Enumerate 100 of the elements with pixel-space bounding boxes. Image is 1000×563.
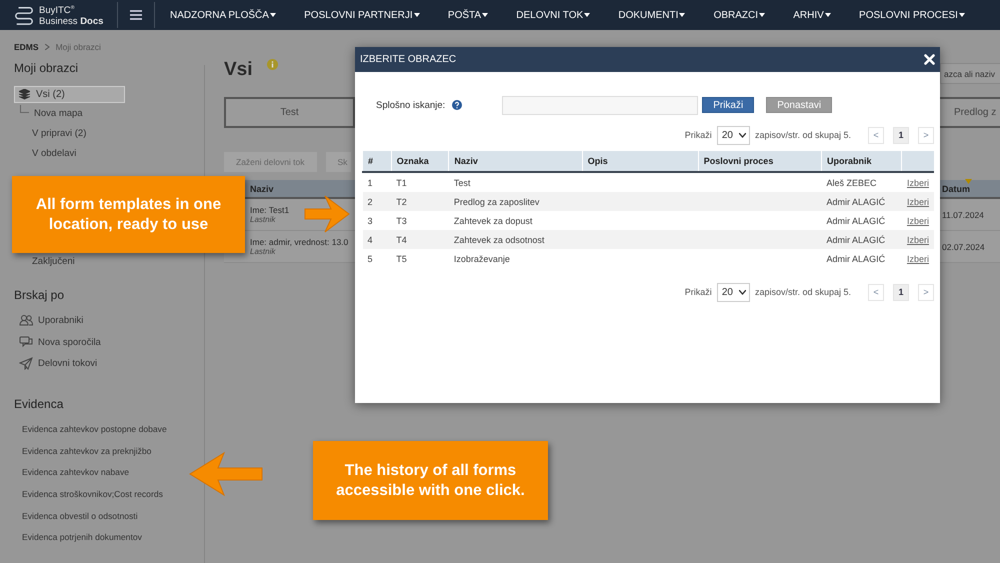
table-cell: 1	[368, 178, 373, 188]
column-header: Uporabnik	[822, 151, 902, 172]
owner-label: Lastnik	[250, 215, 276, 224]
menu-item[interactable]: ARHIV	[793, 10, 831, 20]
table-cell: T1	[396, 178, 407, 188]
page-button[interactable]: 1	[893, 284, 909, 300]
previous-page-button[interactable]: <	[868, 284, 884, 300]
sidebar-item[interactable]: Uporabniki	[14, 310, 84, 332]
show-label: Prikaži	[684, 287, 712, 297]
select-link[interactable]: Izberi	[906, 254, 929, 264]
table-cell: 11.07.2024	[942, 210, 984, 220]
menu-item[interactable]: POSLOVNI PARTNERJI	[304, 10, 420, 20]
select-link[interactable]: Izberi	[906, 178, 929, 188]
table-cell: Ime: Test1	[250, 205, 290, 215]
callout-tooltip: The history of all forms accessible with one click.	[313, 441, 548, 520]
table-cell: Admir ALAGIĆ	[826, 196, 886, 206]
tree-item[interactable]: Vsi (2)	[14, 86, 125, 103]
next-page-button[interactable]: >	[918, 126, 934, 144]
menu-item[interactable]: POSLOVNI PROCESI	[859, 10, 965, 20]
show-label: Prikaži	[684, 130, 712, 140]
menu-item[interactable]: DELOVNI TOK	[516, 10, 590, 20]
table-cell: Test	[454, 178, 470, 188]
table-cell: Izobraževanje	[454, 254, 510, 264]
table-cell: 3	[368, 216, 373, 226]
layers-icon	[19, 89, 30, 100]
search-input[interactable]	[502, 96, 698, 114]
page-button[interactable]: 1	[893, 126, 909, 144]
table-cell: T3	[396, 216, 407, 226]
select-link[interactable]: Izberi	[906, 216, 929, 226]
breadcrumb-link[interactable]: EDMS	[14, 42, 39, 52]
start-workflow-button[interactable]: Zaženi delovni tok	[224, 152, 317, 172]
tree-item[interactable]: Zaključeni	[14, 251, 79, 271]
column-header: Oznaka	[391, 151, 449, 172]
arrow-left-icon	[188, 451, 264, 497]
menu-item[interactable]: DOKUMENTI	[618, 10, 686, 20]
page-size-select[interactable]: 20	[716, 126, 750, 144]
column-header: Poslovni proces	[698, 151, 822, 172]
form-card[interactable]: Test	[224, 97, 355, 128]
users-icon	[20, 315, 33, 326]
sidebar-heading: Evidenca	[14, 396, 64, 410]
records-summary: zapisov/str. od skupaj 5.	[754, 130, 851, 140]
close-icon[interactable]	[924, 54, 935, 65]
table-cell: Ime: admir, vrednost: 13.0	[250, 237, 348, 247]
form-card[interactable]: Predlog z	[940, 97, 1000, 128]
sidebar-item[interactable]: Evidenca potrjenih dokumentov	[14, 526, 142, 548]
show-button[interactable]: Prikaži	[702, 97, 754, 113]
column-header: #	[362, 151, 392, 172]
table-cell: 5	[368, 254, 373, 264]
menu-item[interactable]: NADZORNA PLOŠČA	[170, 10, 276, 20]
search-field[interactable]: azca ali naziv	[940, 63, 1000, 84]
column-header: Opis	[582, 151, 698, 172]
sidebar-item[interactable]: Evidenca stroškovnikov;Cost records	[14, 483, 163, 505]
caret-icon	[679, 13, 686, 17]
caret-icon	[414, 13, 420, 17]
caret-icon	[584, 13, 590, 17]
info-icon	[266, 59, 278, 70]
caret-icon	[824, 13, 831, 17]
table-cell: Zahtevek za dopust	[454, 216, 532, 226]
search-label: Splošno iskanje:	[376, 100, 446, 110]
sidebar-heading: Brskaj po	[14, 288, 64, 302]
menu-item[interactable]: OBRAZCI	[714, 10, 766, 20]
sidebar-item[interactable]: Evidenca zahtevkov postopne dobave	[14, 418, 167, 440]
table-cell: 2	[368, 196, 373, 206]
tree-item[interactable]: V obdelavi	[14, 143, 80, 163]
menu-icon[interactable]	[130, 10, 142, 20]
sidebar-item[interactable]: Nova sporočila	[14, 332, 101, 353]
menu-item[interactable]: POŠTA	[448, 10, 488, 20]
caret-icon	[482, 13, 488, 17]
toolbar-button[interactable]: Sk	[326, 152, 352, 172]
callout-tooltip: All form templates in one location, ready to use	[12, 176, 245, 253]
page-title: Vsi	[224, 58, 253, 80]
brand-subtitle: Business Docs	[39, 16, 104, 27]
chevron-down-icon	[738, 290, 746, 294]
chevron-down-icon	[738, 132, 746, 138]
breadcrumb-current: Moji obrazci	[56, 42, 101, 52]
chat-icon	[20, 336, 32, 347]
column-header: Naziv	[448, 151, 582, 172]
page-size-select[interactable]: 20	[716, 282, 750, 302]
table-cell: T2	[396, 196, 407, 206]
paper-plane-icon	[20, 357, 33, 370]
brand-name: BuyITC$^{®}$	[39, 4, 76, 17]
sidebar-heading: Moji obrazci	[14, 61, 78, 75]
next-page-button[interactable]: >	[918, 284, 934, 300]
tree-item[interactable]: V pripravi (2)	[14, 123, 90, 143]
table-cell: 02.07.2024	[942, 242, 985, 252]
sidebar-item[interactable]: Delovni tokovi	[14, 353, 98, 374]
column-header[interactable]: Datum	[940, 180, 1000, 199]
reset-button[interactable]: Ponastavi	[766, 97, 832, 113]
table-cell: T4	[396, 234, 407, 244]
chevron-icon	[44, 44, 50, 50]
caret-icon	[759, 13, 766, 17]
table-cell: Admir ALAGIĆ	[826, 234, 886, 244]
sidebar-item[interactable]: Evidenca zahtevkov nabave	[14, 462, 130, 484]
table-cell: Aleš ZEBEC	[826, 178, 877, 188]
sidebar-item[interactable]: Evidenca zahtevkov za preknjižbo	[14, 440, 152, 462]
logo-icon	[14, 5, 34, 25]
previous-page-button[interactable]: <	[868, 126, 884, 144]
sidebar-item[interactable]: Evidenca obvestil o odsotnosti	[14, 504, 138, 526]
records-summary: zapisov/str. od skupaj 5.	[754, 287, 851, 297]
tree-item[interactable]: Nova mapa	[14, 103, 87, 123]
